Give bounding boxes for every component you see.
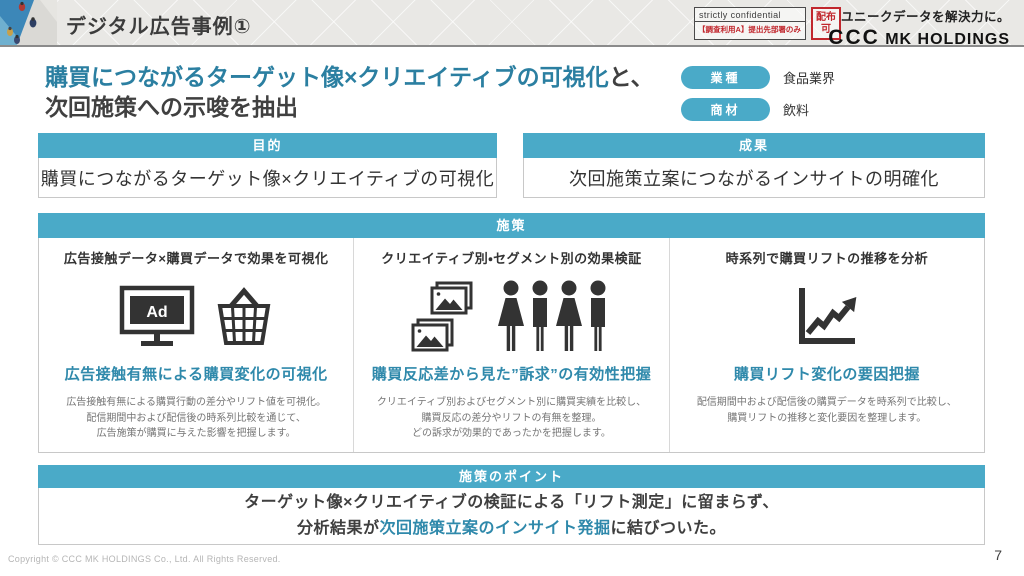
point-line1: ターゲット像×クリエイティブの検証による「リフト測定」に留まらず、 <box>244 490 779 516</box>
industry-row: 業種 食品業界 <box>681 66 835 89</box>
industry-badge: 業種 <box>681 66 770 89</box>
product-badge: 商材 <box>681 98 770 121</box>
logo-name: CCC MK HOLDINGS <box>828 26 1010 50</box>
headline-highlight: 購買につながるターゲット像×クリエイティブの可視化 <box>45 64 609 90</box>
measures-header: 施策 <box>38 213 985 238</box>
column-icons <box>409 271 613 363</box>
ad-monitor-icon: Ad <box>119 285 195 349</box>
product-value: 飲料 <box>783 100 809 119</box>
measure-column-time-series: 時系列で購買リフトの推移を分析 購買リフト変化の要因把握 配信期間中および配信後… <box>669 238 984 452</box>
industry-value: 食品業界 <box>783 68 835 87</box>
confidential-label: strictly confidential <box>695 8 805 22</box>
purpose-header: 目的 <box>38 133 497 158</box>
svg-text:Ad: Ad <box>146 304 167 321</box>
confidential-restriction: 【調査利用A】提出先部署のみ <box>695 22 805 37</box>
product-row: 商材 飲料 <box>681 98 835 121</box>
logo-holdings: MK HOLDINGS <box>880 31 1010 48</box>
measures-body: 広告接触データ×購買データで効果を可視化 Ad <box>39 238 984 452</box>
measures-box: 施策 広告接触データ×購買データで効果を可視化 Ad <box>38 213 985 453</box>
purchase-lift-chart-icon <box>791 284 863 350</box>
slide: デジタル広告事例① strictly confidential 【調査利用A】提… <box>0 0 1024 576</box>
point-line2-highlight: 次回施策立案のインサイト発掘 <box>379 520 610 537</box>
headline: 購買につながるターゲット像×クリエイティブの可視化と、 次回施策への示唆を抽出 <box>45 62 654 122</box>
column-description: 配信期間中および配信後の購買データを時系列で比較し、 購買リフトの推移と変化要因… <box>697 395 957 426</box>
point-line2-post: に結びついた。 <box>611 520 727 537</box>
point-box: 施策のポイント ターゲット像×クリエイティブの検証による「リフト測定」に留まらず… <box>38 465 985 545</box>
header-photo <box>0 0 57 45</box>
point-line2-pre: 分析結果が <box>297 520 380 537</box>
creative-images-icon <box>409 281 475 353</box>
column-description: 広告接触有無による購買行動の差分やリフト値を可視化。 配信期間中および配信後の時… <box>66 395 326 442</box>
column-heading: 広告接触データ×購買データで効果を可視化 <box>64 248 329 267</box>
headline-line1-rest: と、 <box>609 64 654 90</box>
logo-tagline: ユニークデータを解決力に。 <box>828 6 1010 25</box>
column-subtitle: 購買反応差から見た”訴求”の有効性把握 <box>372 363 652 384</box>
result-box: 成果 次回施策立案につながるインサイトの明確化 <box>523 133 985 198</box>
column-icons: Ad <box>119 271 273 363</box>
point-body: ターゲット像×クリエイティブの検証による「リフト測定」に留まらず、 分析結果が次… <box>39 488 984 543</box>
column-subtitle: 広告接触有無による購買変化の可視化 <box>65 363 328 384</box>
column-heading: クリエイティブ別・セグメント別の効果検証 <box>381 248 641 267</box>
measure-column-creative-segment: クリエイティブ別・セグメント別の効果検証 <box>353 238 668 452</box>
purpose-value: 購買につながるターゲット像×クリエイティブの可視化 <box>39 158 496 197</box>
confidential-box: strictly confidential 【調査利用A】提出先部署のみ <box>694 7 806 40</box>
page-title: デジタル広告事例① <box>66 10 252 39</box>
audience-people-icon <box>495 280 613 354</box>
shopping-basket-icon <box>215 286 273 348</box>
point-line2: 分析結果が次回施策立案のインサイト発掘に結びついた。 <box>297 516 726 542</box>
headline-line2: 次回施策への示唆を抽出 <box>45 92 654 122</box>
column-heading: 時系列で購買リフトの推移を分析 <box>726 248 929 267</box>
meta-badges: 業種 食品業界 商材 飲料 <box>681 66 835 130</box>
column-description: クリエイティブ別およびセグメント別に購買実績を比較し、 購買反応の差分やリフトの… <box>377 395 646 442</box>
footer-copyright: Copyright © CCC MK HOLDINGS Co., Ltd. Al… <box>8 554 281 564</box>
column-icons <box>791 271 863 363</box>
result-header: 成果 <box>523 133 985 158</box>
result-value: 次回施策立案につながるインサイトの明確化 <box>524 158 984 197</box>
headline-line1: 購買につながるターゲット像×クリエイティブの可視化と、 <box>45 62 654 92</box>
logo-ccc: CCC <box>828 26 880 49</box>
purpose-box: 目的 購買につながるターゲット像×クリエイティブの可視化 <box>38 133 497 198</box>
top-bar: デジタル広告事例① strictly confidential 【調査利用A】提… <box>0 0 1024 47</box>
company-logo: ユニークデータを解決力に。 CCC MK HOLDINGS <box>828 6 1010 50</box>
page-number: 7 <box>994 547 1002 563</box>
column-subtitle: 購買リフト変化の要因把握 <box>734 363 920 384</box>
measure-column-ad-exposure: 広告接触データ×購買データで効果を可視化 Ad <box>39 238 353 452</box>
point-header: 施策のポイント <box>38 465 985 488</box>
